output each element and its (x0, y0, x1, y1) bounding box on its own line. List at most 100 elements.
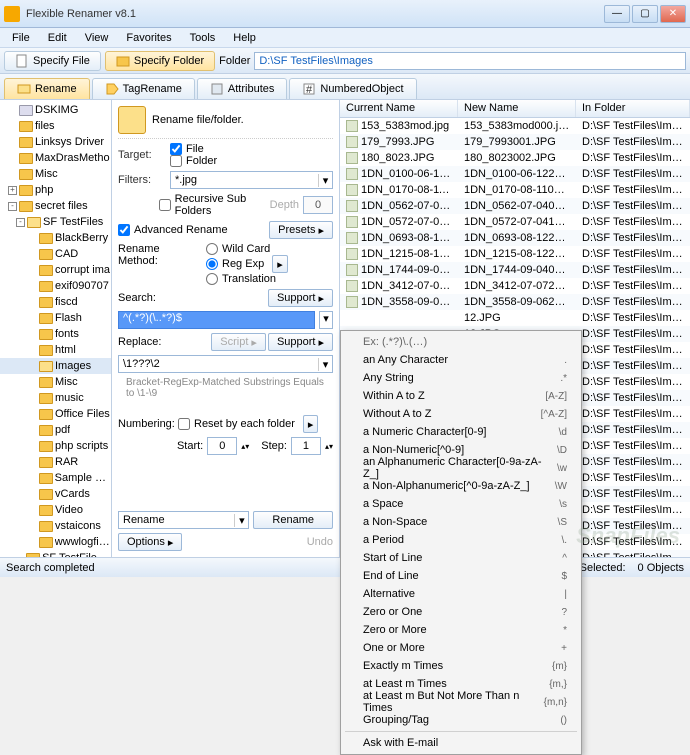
tree-node[interactable]: vCards (0, 486, 111, 502)
tree-node[interactable]: -secret files (0, 198, 111, 214)
presets-button[interactable]: Presets▸ (269, 221, 333, 239)
filters-combo[interactable]: *.jpg▾ (170, 171, 333, 189)
context-menu-item[interactable]: Any String.* (341, 369, 581, 387)
tree-node[interactable]: CAD (0, 246, 111, 262)
method-regexp-radio[interactable] (206, 258, 218, 270)
context-menu-item[interactable]: Zero or One? (341, 603, 581, 621)
tree-node[interactable]: RAR (0, 454, 111, 470)
chevron-down-icon[interactable]: ▾ (319, 311, 333, 329)
tree-node[interactable]: Flash (0, 310, 111, 326)
replace-input[interactable]: \1???\2▾ (118, 355, 333, 373)
specify-folder-button[interactable]: Specify Folder (105, 51, 215, 71)
recursive-checkbox[interactable] (159, 199, 171, 211)
context-menu-item[interactable]: at Least m But Not More Than n Times{m,n… (341, 693, 581, 711)
table-row[interactable]: 12.JPGD:\SF TestFiles\Images (340, 310, 690, 326)
tree-node[interactable]: Images (0, 358, 111, 374)
tree-node[interactable]: Office Files (0, 406, 111, 422)
minimize-button[interactable]: — (604, 5, 630, 23)
context-menu-item[interactable]: a Numeric Character[0-9]\d (341, 423, 581, 441)
menu-favorites[interactable]: Favorites (118, 30, 179, 46)
tree-node[interactable]: exif090707 (0, 278, 111, 294)
tree-node[interactable]: pdf (0, 422, 111, 438)
method-translit-radio[interactable] (206, 273, 218, 285)
table-row[interactable]: 1DN_0693-08-1225.JPG1DN_0693-08-1225007.… (340, 230, 690, 246)
table-row[interactable]: 180_8023.JPG180_8023002.JPGD:\SF TestFil… (340, 150, 690, 166)
tree-node[interactable]: music (0, 390, 111, 406)
table-row[interactable]: 1DN_3558-09-0627.JPG1DN_3558-09-0627011.… (340, 294, 690, 310)
tree-node[interactable]: Misc (0, 374, 111, 390)
context-menu-item[interactable]: Alternative| (341, 585, 581, 603)
context-menu-item[interactable]: a Non-Space\S (341, 513, 581, 531)
search-input[interactable]: ^(.*?)(\..*?)$ (118, 311, 315, 329)
tree-node[interactable]: Linksys Driver (0, 134, 111, 150)
table-row[interactable]: 1DN_3412-07-0724.JPG1DN_3412-07-0724010.… (340, 278, 690, 294)
menu-view[interactable]: View (77, 30, 117, 46)
context-menu-item[interactable]: an Any Character. (341, 351, 581, 369)
col-in-folder[interactable]: In Folder (576, 100, 690, 117)
context-menu-item[interactable]: a Period\. (341, 531, 581, 549)
menu-help[interactable]: Help (225, 30, 264, 46)
context-menu-item[interactable]: Without A to Z[^A-Z] (341, 405, 581, 423)
tree-node[interactable]: html (0, 342, 111, 358)
tree-node[interactable]: Misc (0, 166, 111, 182)
tab-numberedobject[interactable]: # NumberedObject (289, 78, 416, 99)
table-row[interactable]: 1DN_0100-06-1223.jpg1DN_0100-06-1223003.… (340, 166, 690, 182)
col-new-name[interactable]: New Name (458, 100, 576, 117)
table-row[interactable]: 1DN_0170-08-1108.JPG1DN_0170-08-1108004.… (340, 182, 690, 198)
tree-node[interactable]: vstaicons (0, 518, 111, 534)
rename-button[interactable]: Rename (253, 511, 333, 529)
table-row[interactable]: 1DN_1215-08-1227.JPG1DN_1215-08-1227008.… (340, 246, 690, 262)
tree-node[interactable]: php scripts (0, 438, 111, 454)
undo-button[interactable]: Undo (307, 536, 333, 548)
tab-tagrename[interactable]: TagRename (92, 78, 195, 99)
reset-each-checkbox[interactable] (178, 418, 190, 430)
context-menu-item[interactable]: a Space\s (341, 495, 581, 513)
numbering-more-button[interactable]: ▸ (303, 415, 319, 433)
search-support-button[interactable]: Support▸ (268, 289, 333, 307)
menu-file[interactable]: File (4, 30, 38, 46)
expand-icon[interactable]: - (16, 218, 25, 227)
maximize-button[interactable]: ▢ (632, 5, 658, 23)
step-input[interactable] (291, 437, 321, 455)
folder-tree[interactable]: DSKIMGfilesLinksys DriverMaxDrasMethoMis… (0, 100, 112, 557)
tree-node[interactable]: corrupt ima (0, 262, 111, 278)
context-menu-item[interactable]: Start of Line^ (341, 549, 581, 567)
expand-icon[interactable]: + (8, 186, 17, 195)
script-button[interactable]: Script▸ (211, 333, 266, 351)
menu-edit[interactable]: Edit (40, 30, 75, 46)
tab-rename[interactable]: Rename (4, 78, 90, 99)
advanced-checkbox[interactable] (118, 224, 130, 236)
regexp-run-button[interactable]: ▸ (272, 255, 288, 273)
context-menu-item[interactable]: One or More+ (341, 639, 581, 657)
tree-node[interactable]: files (0, 118, 111, 134)
tree-node[interactable]: Video (0, 502, 111, 518)
start-input[interactable] (207, 437, 237, 455)
context-menu-item[interactable]: Within A to Z[A-Z] (341, 387, 581, 405)
menu-tools[interactable]: Tools (182, 30, 224, 46)
folder-path-input[interactable] (254, 52, 686, 70)
rename-action-combo[interactable]: Rename▾ (118, 511, 249, 529)
tree-node[interactable]: BlackBerry (0, 230, 111, 246)
close-button[interactable]: ✕ (660, 5, 686, 23)
target-file-checkbox[interactable] (170, 143, 182, 155)
context-ask-email[interactable]: Ask with E-mail (341, 734, 581, 752)
method-wildcard-radio[interactable] (206, 243, 218, 255)
tree-node[interactable]: fonts (0, 326, 111, 342)
replace-support-button[interactable]: Support▸ (268, 333, 333, 351)
tree-node[interactable]: MaxDrasMetho (0, 150, 111, 166)
target-folder-checkbox[interactable] (170, 155, 182, 167)
col-current-name[interactable]: Current Name (340, 100, 458, 117)
tree-node[interactable]: +php (0, 182, 111, 198)
context-menu-item[interactable]: End of Line$ (341, 567, 581, 585)
table-row[interactable]: 1DN_0562-07-0402.JPG1DN_0562-07-0402005.… (340, 198, 690, 214)
tab-attributes[interactable]: Attributes (197, 78, 287, 99)
table-row[interactable]: 179_7993.JPG179_7993001.JPGD:\SF TestFil… (340, 134, 690, 150)
table-row[interactable]: 1DN_1744-09-0402.JPG1DN_1744-09-0402009.… (340, 262, 690, 278)
tree-node[interactable]: fiscd (0, 294, 111, 310)
table-row[interactable]: 1DN_0572-07-0412.JPG1DN_0572-07-0412006.… (340, 214, 690, 230)
table-row[interactable]: 153_5383mod.jpg153_5383mod000.jpgD:\SF T… (340, 118, 690, 134)
tree-node[interactable]: SF TestFiles (F: (0, 550, 111, 557)
context-menu-item[interactable]: Zero or More* (341, 621, 581, 639)
tree-node[interactable]: DSKIMG (0, 102, 111, 118)
context-menu-item[interactable]: an Alphanumeric Character[0-9a-zA-Z_]\w (341, 459, 581, 477)
